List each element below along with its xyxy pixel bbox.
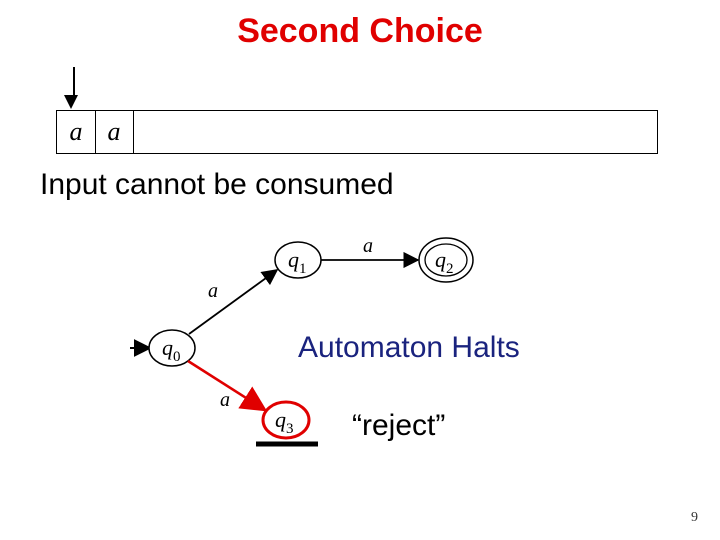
tape-cell: a: [95, 111, 134, 153]
edge-label: a: [208, 280, 218, 302]
state-q3: q3: [256, 402, 318, 444]
input-tape: a a: [56, 110, 658, 154]
state-q2: q2: [419, 238, 473, 282]
tape-cell: a: [57, 111, 96, 153]
page-number: 9: [691, 510, 698, 526]
state-q1: q1: [275, 242, 321, 278]
edge-label: a: [220, 389, 230, 411]
automaton-halts-text: Automaton Halts: [298, 331, 520, 365]
cannot-consume-text: Input cannot be consumed: [40, 168, 394, 202]
state-q0: q0: [149, 330, 195, 366]
slide-title: Second Choice: [0, 12, 720, 51]
slide: Second Choice a a Input cannot be consum…: [0, 0, 720, 540]
reject-text: “reject”: [352, 409, 445, 443]
edge-label: a: [363, 235, 373, 257]
edge-q0-q1: [189, 270, 277, 334]
tape-head-arrow-icon: [70, 67, 78, 109]
